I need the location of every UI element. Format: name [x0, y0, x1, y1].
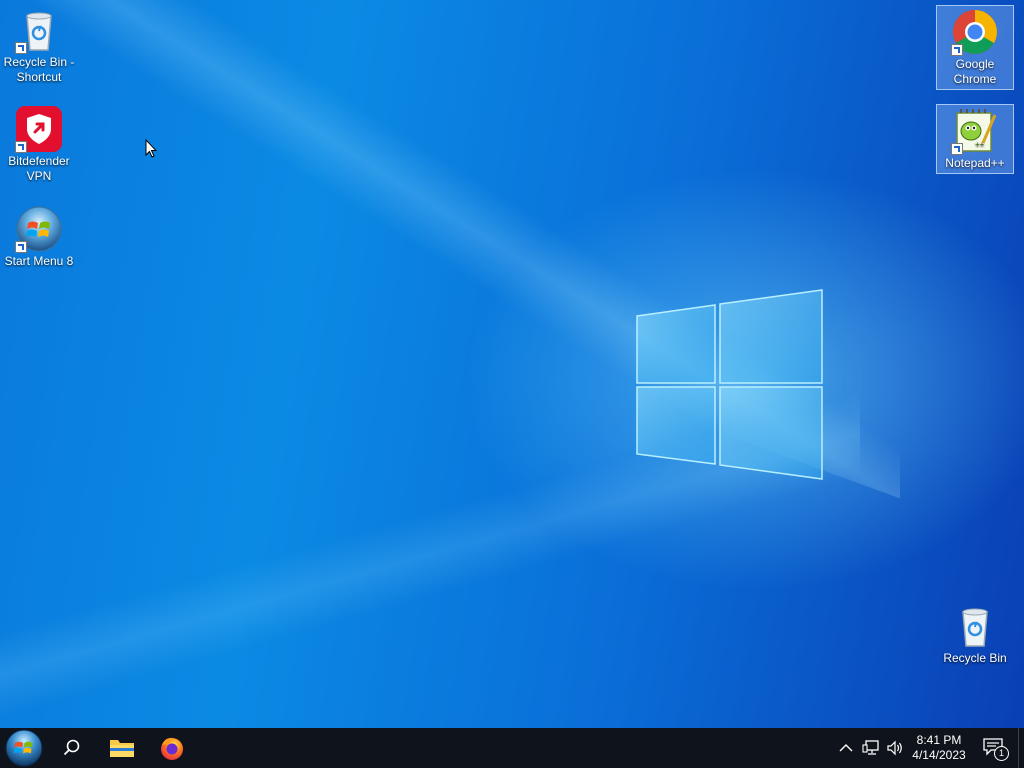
search-icon	[63, 739, 80, 756]
desktop-icon-recycle-bin[interactable]: Recycle Bin	[936, 600, 1014, 672]
windows-logo-wallpaper	[636, 289, 823, 480]
notification-badge: 1	[994, 746, 1009, 761]
clock-time: 8:41 PM	[916, 733, 962, 747]
network-button[interactable]	[860, 728, 882, 768]
notepad-plus-plus-icon: ++	[951, 107, 999, 155]
clock-button[interactable]: 8:41 PM 4/14/2023	[906, 728, 972, 768]
google-chrome-icon	[951, 8, 999, 56]
icon-label: Recycle Bin	[943, 651, 1007, 665]
start-menu-8-icon	[15, 205, 63, 253]
notification-icon: 1	[983, 738, 1009, 761]
file-explorer-button[interactable]	[100, 728, 144, 768]
recycle-bin-icon	[15, 6, 63, 54]
network-icon	[862, 740, 879, 755]
recycle-bin-icon	[951, 602, 999, 650]
icon-label: Bitdefender VPN	[8, 154, 70, 183]
shortcut-arrow-icon	[951, 44, 963, 56]
bitdefender-vpn-icon	[15, 105, 63, 153]
clock-date: 4/14/2023	[912, 748, 966, 762]
show-hidden-icons-button[interactable]	[836, 728, 856, 768]
icon-label: Notepad++	[945, 156, 1005, 170]
desktop-icon-start-menu-8[interactable]: Start Menu 8	[0, 203, 78, 273]
desktop-icon-bitdefender-vpn[interactable]: Bitdefender VPN	[0, 103, 78, 189]
shortcut-arrow-icon	[15, 141, 27, 153]
icon-label: Google Chrome	[953, 57, 997, 86]
folder-icon	[110, 740, 134, 757]
icon-label: Recycle Bin - Shortcut	[3, 55, 75, 84]
firefox-icon	[161, 737, 183, 760]
desktop[interactable]: Recycle Bin - Shortcut Bitdefender VPN S…	[0, 0, 1024, 728]
show-desktop-button[interactable]	[1018, 728, 1024, 768]
shortcut-arrow-icon	[15, 42, 27, 54]
shortcut-arrow-icon	[951, 143, 963, 155]
taskbar: 8:41 PM 4/14/2023 1	[0, 728, 1024, 768]
desktop-icon-notepad-plus-plus[interactable]: ++ Notepad++	[936, 104, 1014, 174]
firefox-button[interactable]	[150, 728, 194, 768]
volume-button[interactable]	[884, 728, 906, 768]
mouse-cursor-icon	[145, 139, 157, 158]
shortcut-arrow-icon	[15, 241, 27, 253]
start-button[interactable]	[0, 728, 48, 768]
speaker-icon	[887, 740, 902, 756]
chevron-up-icon	[839, 744, 853, 752]
windows-7-orb-icon	[5, 729, 43, 767]
desktop-icon-recycle-bin-shortcut[interactable]: Recycle Bin - Shortcut	[0, 4, 78, 90]
svg-text:++: ++	[975, 140, 985, 149]
action-center-button[interactable]: 1	[976, 728, 1014, 768]
desktop-icon-google-chrome[interactable]: Google Chrome	[936, 5, 1014, 90]
search-button[interactable]	[50, 728, 94, 768]
icon-label: Start Menu 8	[4, 254, 74, 268]
